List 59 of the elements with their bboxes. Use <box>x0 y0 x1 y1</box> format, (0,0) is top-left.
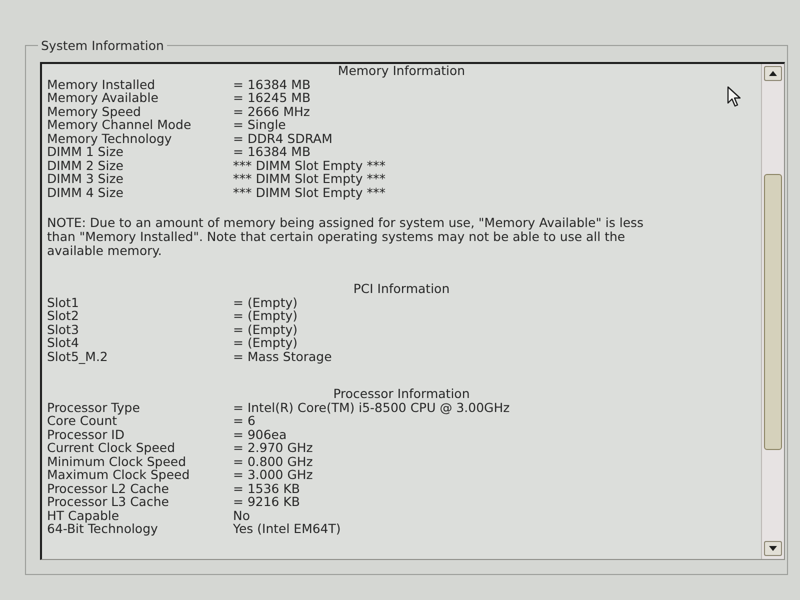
info-label: Slot2 <box>47 309 79 322</box>
scrollbar-thumb[interactable] <box>764 174 782 450</box>
info-value: = 3.000 GHz <box>233 468 313 482</box>
info-value: = 16245 MB <box>233 91 311 104</box>
info-value: No <box>233 508 250 522</box>
info-value: = Mass Storage <box>233 350 332 363</box>
info-label: Memory Speed <box>47 104 141 118</box>
info-value: = 9216 KB <box>233 495 300 508</box>
info-value: = 16384 MB <box>233 145 311 158</box>
info-value: = 16384 MB <box>233 78 311 91</box>
info-label: DIMM 4 Size <box>47 186 124 199</box>
info-label: Slot1 <box>47 296 79 309</box>
info-value: = 0.800 GHz <box>233 454 313 468</box>
caret-down-icon <box>769 546 777 551</box>
info-value: *** DIMM Slot Empty *** <box>233 186 386 199</box>
info-value: Yes (Intel EM64T) <box>233 522 341 536</box>
info-value: = (Empty) <box>233 296 298 309</box>
group-title: System Information <box>40 38 165 53</box>
mouse-pointer-icon <box>727 86 741 107</box>
info-label: Processor L3 Cache <box>47 495 169 508</box>
info-label: Processor ID <box>47 428 124 441</box>
section-heading: Memory Information <box>338 64 466 78</box>
info-label: Memory Technology <box>47 132 172 145</box>
info-label: Slot4 <box>47 336 79 350</box>
info-label: Maximum Clock Speed <box>47 468 190 482</box>
section-heading: PCI Information <box>353 282 450 296</box>
info-value: *** DIMM Slot Empty *** <box>233 158 386 172</box>
info-label: DIMM 3 Size <box>47 172 124 186</box>
info-value: = Intel(R) Core(TM) i5-8500 CPU @ 3.00GHz <box>233 400 510 414</box>
info-value: = (Empty) <box>233 336 298 350</box>
info-value: = Single <box>233 118 286 132</box>
info-label: Slot5_M.2 <box>47 350 108 363</box>
scroll-down-button[interactable] <box>764 541 782 556</box>
info-label: Processor L2 Cache <box>47 482 169 495</box>
info-value: = 2666 MHz <box>233 104 310 118</box>
info-label: Processor Type <box>47 400 140 414</box>
info-value: *** DIMM Slot Empty *** <box>233 172 386 186</box>
info-value: = 1536 KB <box>233 482 300 495</box>
info-label: HT Capable <box>47 508 120 522</box>
info-label: Current Clock Speed <box>47 441 176 454</box>
info-label: Minimum Clock Speed <box>47 454 186 468</box>
info-label: Core Count <box>47 414 118 428</box>
info-label: Memory Installed <box>47 78 156 91</box>
info-label: Memory Available <box>47 91 158 104</box>
info-label: Memory Channel Mode <box>47 118 192 132</box>
info-label: DIMM 2 Size <box>47 158 124 172</box>
info-value: = (Empty) <box>233 309 298 322</box>
info-value: = (Empty) <box>233 322 298 336</box>
info-label: 64-Bit Technology <box>47 522 158 536</box>
info-label: DIMM 1 Size <box>47 145 124 158</box>
scroll-up-button[interactable] <box>764 66 782 81</box>
info-value: = 6 <box>233 414 256 428</box>
info-value: = DDR4 SDRAM <box>233 132 332 145</box>
info-value: = 906ea <box>233 428 287 441</box>
info-value: = 2.970 GHz <box>233 441 313 454</box>
info-label: Slot3 <box>47 322 79 336</box>
section-heading: Processor Information <box>333 387 470 400</box>
note-text: NOTE: Due to an amount of memory being assigned for system use, "Memory Available" is less than "Memory Installed". Note that certain operating systems may not be able to use all the available memory. <box>47 216 645 258</box>
caret-up-icon <box>769 71 777 76</box>
